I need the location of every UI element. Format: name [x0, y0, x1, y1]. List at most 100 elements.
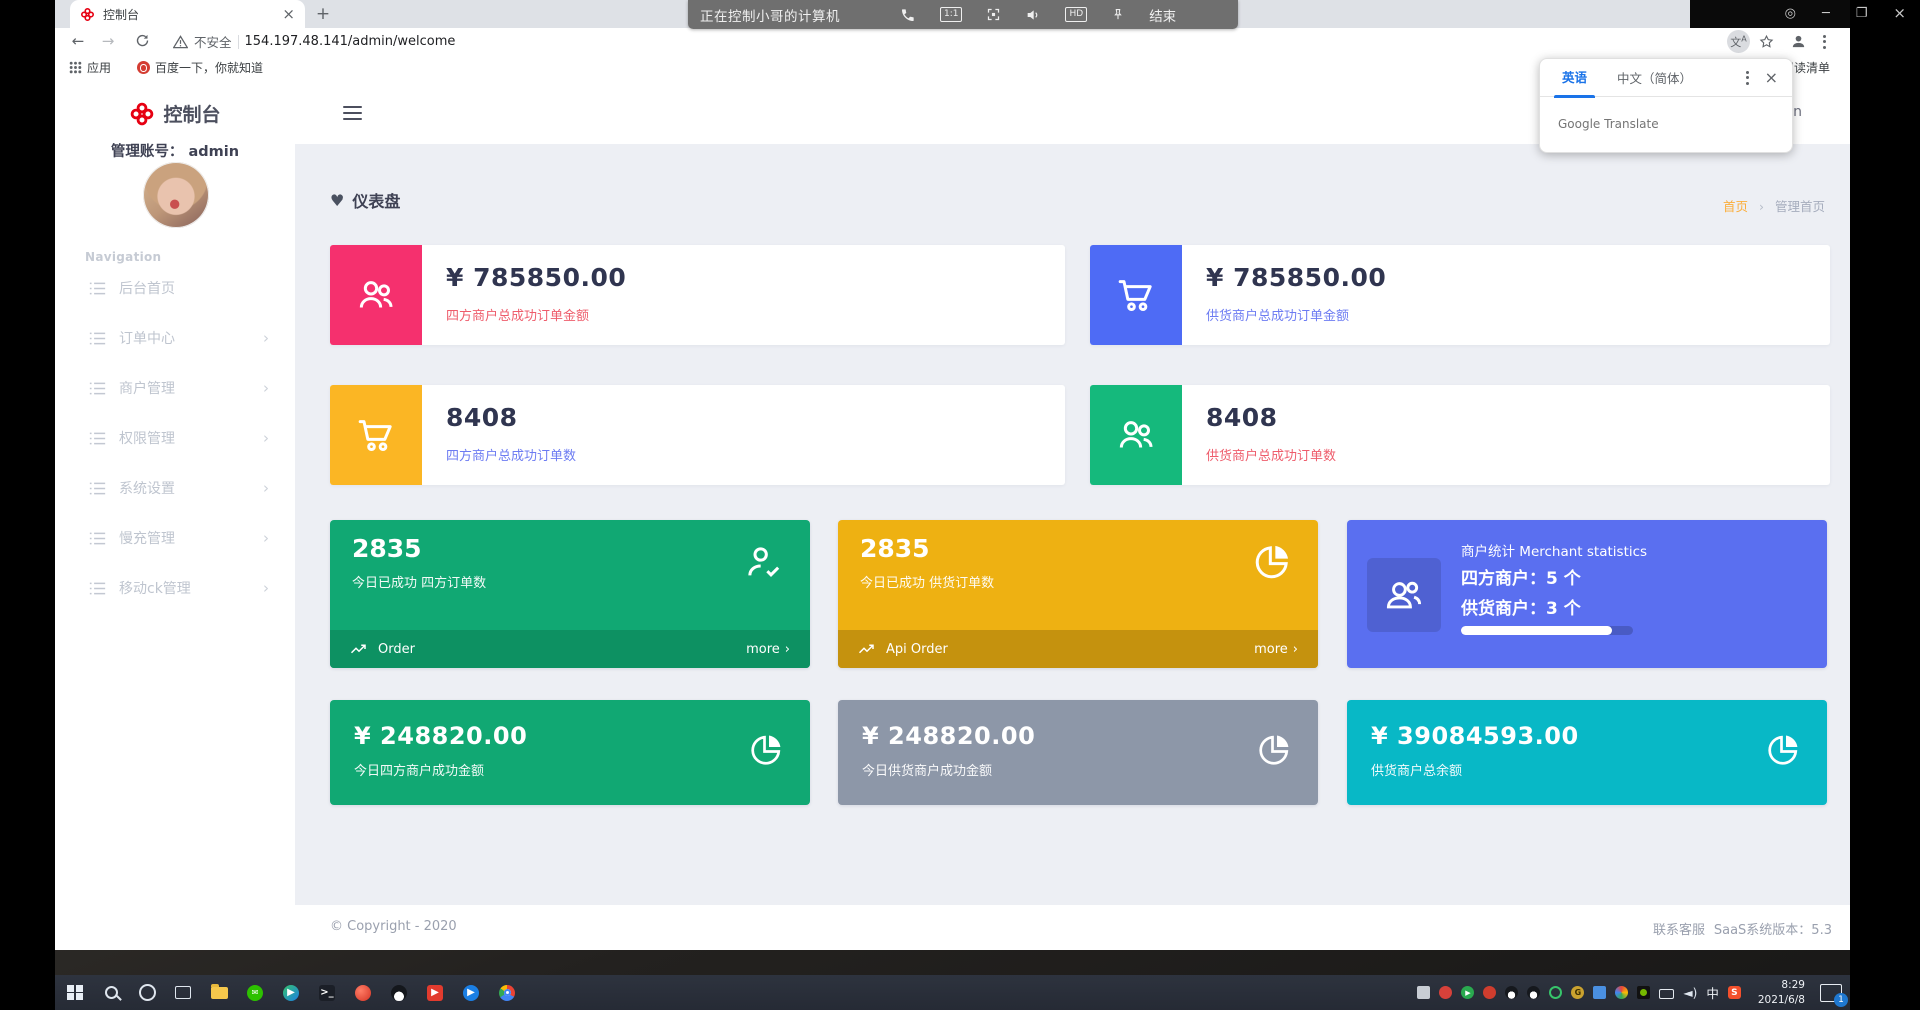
qq-tray-icon[interactable]: [1505, 986, 1519, 999]
sidebar-item-home[interactable]: 后台首页: [55, 268, 295, 308]
end-control-button[interactable]: 结束: [1149, 5, 1176, 25]
sidebar-item-orders[interactable]: 订单中心 ›: [55, 318, 295, 358]
red-app-tray-icon[interactable]: [1439, 986, 1453, 999]
avatar[interactable]: [143, 162, 209, 228]
nvidia-tray-icon[interactable]: [1637, 986, 1651, 999]
warning-icon: [173, 34, 188, 48]
start-button-icon[interactable]: [57, 975, 93, 1010]
more-link[interactable]: more ›: [1254, 642, 1298, 657]
maximize-icon[interactable]: ❐: [1856, 7, 1868, 20]
breadcrumb-home[interactable]: 首页: [1723, 199, 1748, 214]
contact-support-link[interactable]: 联系客服: [1653, 919, 1705, 938]
blue-box-tray-icon[interactable]: [1593, 986, 1607, 999]
sidebar-item-merchants[interactable]: 商户管理 ›: [55, 368, 295, 408]
promo-footer-order[interactable]: Order more ›: [330, 630, 810, 668]
icon-box: [1367, 558, 1441, 632]
bookmark-star-icon[interactable]: [1755, 30, 1778, 53]
more-link[interactable]: more ›: [746, 642, 790, 657]
stat-card-total-sifang-orders: 8408 四方商户总成功订单数: [330, 385, 1065, 485]
sogou-tray-icon[interactable]: S: [1727, 986, 1741, 999]
profile-icon[interactable]: [1787, 30, 1810, 53]
screenshot-tray-icon[interactable]: [1417, 986, 1431, 999]
app-footer: © Copyright - 2020 联系客服 SaaS系统版本：5.3: [295, 905, 1850, 950]
tab-chinese[interactable]: 中文（简体）: [1617, 68, 1692, 87]
merchant-stats-title: 商户统计 Merchant statistics: [1461, 544, 1648, 560]
color-wheel-tray-icon[interactable]: [1615, 986, 1629, 999]
wechat-icon[interactable]: ✉: [237, 975, 273, 1010]
tab-title: 控制台: [103, 7, 140, 22]
pin-icon[interactable]: [1111, 7, 1125, 22]
amount-card-supplier-balance: ¥ 39084593.00 供货商户总余额: [1347, 700, 1827, 805]
stat-label: 四方商户总成功订单数: [446, 449, 577, 464]
list-icon: [89, 332, 106, 344]
amount-value: ¥ 39084593.00: [1371, 722, 1579, 750]
security-label: 不安全: [194, 35, 232, 50]
green-ring-tray-icon[interactable]: [1549, 986, 1563, 999]
minimize-icon[interactable]: ─: [1822, 7, 1830, 20]
close-icon[interactable]: ×: [1893, 5, 1906, 21]
promo-label: 今日已成功 供货订单数: [860, 576, 995, 591]
account-value: admin: [188, 144, 240, 160]
translate-icon[interactable]: 文A: [1727, 30, 1750, 53]
bookmark-baidu[interactable]: 百度一下，你就知道: [137, 59, 263, 76]
qq-icon[interactable]: [381, 975, 417, 1010]
tab-close-icon[interactable]: ×: [282, 6, 295, 22]
browser-red-icon[interactable]: [345, 975, 381, 1010]
search-icon[interactable]: [93, 975, 129, 1010]
qq-tray-icon-2[interactable]: [1527, 986, 1541, 999]
forward-icon[interactable]: →: [97, 30, 119, 52]
new-tab-button[interactable]: +: [313, 4, 333, 24]
user-check-icon: [748, 547, 780, 577]
users-icon: [1119, 421, 1153, 448]
translate-close-icon[interactable]: ×: [1765, 68, 1778, 87]
amount-card-today-supplier: ¥ 248820.00 今日供货商户成功金额: [838, 700, 1318, 805]
hd-icon[interactable]: HD: [1065, 7, 1088, 22]
translate-brand: Google Translate: [1558, 117, 1659, 131]
translate-options-icon[interactable]: [1742, 70, 1753, 85]
reload-icon[interactable]: [131, 30, 153, 52]
remote-title: 正在控制小哥的计算机: [700, 8, 840, 25]
media-player-icon[interactable]: ▶: [273, 975, 309, 1010]
tab-english[interactable]: 英语: [1553, 67, 1596, 98]
apps-shortcut[interactable]: 应用: [69, 59, 111, 76]
menu-toggle-icon[interactable]: [343, 106, 362, 120]
scale-1to1-icon[interactable]: 1:1: [940, 7, 963, 22]
merchant-stats-line1: 四方商户：5 个: [1461, 569, 1581, 589]
sidebar-item-permissions[interactable]: 权限管理 ›: [55, 418, 295, 458]
security-chip[interactable]: 不安全 154.197.48.141/admin/welcome: [173, 31, 455, 52]
chrome-menu-icon[interactable]: [1813, 30, 1836, 53]
stat-card-total-sifang-amount: ¥ 785850.00 四方商户总成功订单金额: [330, 245, 1065, 345]
video-app-icon[interactable]: ▶: [417, 975, 453, 1010]
speaker-icon[interactable]: [1025, 7, 1041, 23]
terminal-icon[interactable]: >_: [309, 975, 345, 1010]
clock-date: 2021/6/8: [1757, 993, 1805, 1006]
red-dot-tray-icon[interactable]: [1483, 986, 1497, 999]
taskbar-clock[interactable]: 8:29 2021/6/8: [1758, 978, 1805, 1006]
media-play-icon[interactable]: ▶: [453, 975, 489, 1010]
fullscreen-icon[interactable]: [986, 7, 1001, 22]
record-icon[interactable]: ◎: [1785, 7, 1796, 20]
cortana-icon[interactable]: [129, 975, 165, 1010]
divider: [237, 34, 239, 49]
network-tray-icon[interactable]: [1659, 988, 1675, 999]
url-text[interactable]: 154.197.48.141/admin/welcome: [245, 34, 456, 49]
sidebar-item-settings[interactable]: 系统设置 ›: [55, 468, 295, 508]
taskbar-apps: ✉ ▶ >_ ▶ ▶: [57, 975, 525, 1010]
sidebar-item-slow-recharge[interactable]: 慢充管理 ›: [55, 518, 295, 558]
browser-tab[interactable]: 控制台 ×: [70, 0, 305, 28]
sidebar-item-mobile-ck[interactable]: 移动ck管理 ›: [55, 568, 295, 608]
back-icon[interactable]: ←: [67, 30, 89, 52]
volume-tray-icon[interactable]: ◄): [1683, 986, 1697, 1000]
accent-block: [1090, 385, 1182, 485]
ime-indicator[interactable]: 中: [1706, 983, 1719, 1002]
translate-tabs: 英语 中文（简体） ×: [1540, 59, 1792, 98]
chrome-icon[interactable]: [489, 975, 525, 1010]
footer-label: Api Order: [886, 641, 948, 657]
file-explorer-icon[interactable]: [201, 975, 237, 1010]
task-view-icon[interactable]: [165, 975, 201, 1010]
play-tray-icon[interactable]: ▶: [1461, 986, 1475, 999]
phone-icon[interactable]: [900, 7, 916, 23]
gold-g-tray-icon[interactable]: G: [1571, 986, 1585, 999]
action-center-icon[interactable]: 1: [1820, 983, 1848, 1007]
promo-footer-api-order[interactable]: Api Order more ›: [838, 630, 1318, 668]
